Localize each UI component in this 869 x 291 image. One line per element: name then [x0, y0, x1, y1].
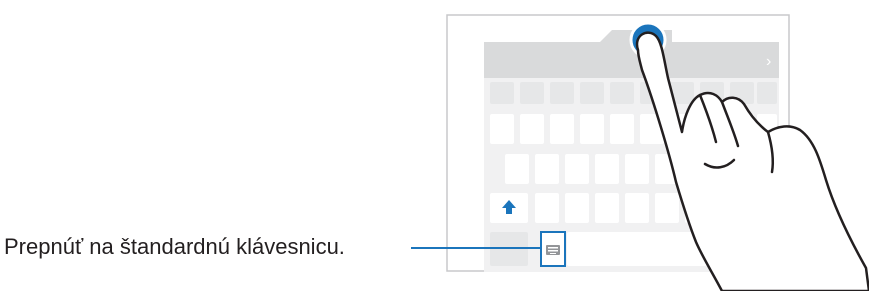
- key[interactable]: [490, 232, 528, 266]
- callout-label: Prepnúť na štandardnú klávesnicu.: [4, 234, 345, 259]
- key[interactable]: [580, 114, 604, 144]
- key[interactable]: [625, 154, 649, 184]
- keyboard-switch-icon: [546, 245, 560, 255]
- key[interactable]: [655, 193, 679, 223]
- key[interactable]: [610, 114, 634, 144]
- key[interactable]: [625, 193, 649, 223]
- toolbar-expand-arrow[interactable]: ›: [766, 53, 771, 70]
- key[interactable]: [520, 114, 544, 144]
- key[interactable]: [580, 82, 604, 104]
- key[interactable]: [757, 82, 777, 104]
- key[interactable]: [565, 154, 589, 184]
- key[interactable]: [505, 154, 529, 184]
- callout-line: [411, 247, 541, 249]
- key[interactable]: [535, 154, 559, 184]
- space-key[interactable]: [567, 232, 707, 266]
- keyboard-row-5: [490, 232, 707, 266]
- key[interactable]: [565, 193, 589, 223]
- key[interactable]: [490, 82, 514, 104]
- key[interactable]: [550, 114, 574, 144]
- key[interactable]: [595, 193, 619, 223]
- key[interactable]: [550, 82, 574, 104]
- key[interactable]: [535, 193, 559, 223]
- keyboard-row-4: [490, 193, 709, 223]
- key[interactable]: [490, 114, 514, 144]
- key[interactable]: [610, 82, 634, 104]
- key[interactable]: [520, 82, 544, 104]
- key[interactable]: [595, 154, 619, 184]
